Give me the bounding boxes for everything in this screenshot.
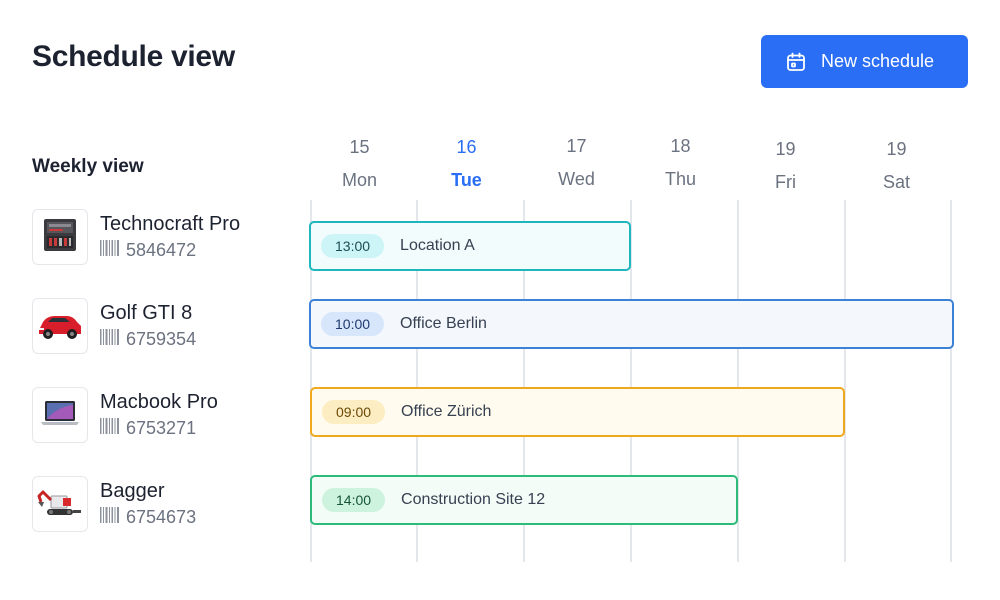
asset-row-macbook[interactable]: Macbook Pro 6753271 <box>32 387 218 443</box>
asset-row-technocraft[interactable]: Technocraft Pro 5846472 <box>32 209 240 265</box>
day-header-mon[interactable]: 15 Mon <box>306 137 413 191</box>
car-icon <box>35 304 85 349</box>
schedule-event-construction-site[interactable]: 14:00 Construction Site 12 <box>310 475 738 525</box>
barcode-icon <box>100 418 120 439</box>
day-name: Mon <box>341 170 377 190</box>
weekly-view-label: Weekly view <box>32 156 144 177</box>
asset-name: Technocraft Pro <box>100 213 241 235</box>
event-location: Office Berlin <box>400 315 487 332</box>
excavator-icon <box>35 482 85 527</box>
asset-name: Bagger <box>100 480 165 502</box>
toolbox-icon <box>38 213 82 262</box>
day-number: 16 <box>456 137 477 157</box>
barcode-icon <box>100 507 120 528</box>
page-title: Schedule view <box>32 40 235 73</box>
grid-line <box>950 200 952 562</box>
schedule-event-location-a[interactable]: 13:00 Location A <box>309 221 631 271</box>
barcode-icon <box>100 329 120 350</box>
asset-id: 6753271 <box>126 418 197 438</box>
day-header-thu[interactable]: 18 Thu <box>627 136 734 190</box>
day-name: Sat <box>882 172 911 192</box>
asset-id: 6759354 <box>126 329 197 349</box>
asset-row-golf[interactable]: Golf GTI 8 6759354 <box>32 298 196 354</box>
asset-thumbnail <box>32 476 88 532</box>
new-schedule-label: New schedule <box>821 51 935 71</box>
event-time-badge: 13:00 <box>321 234 385 258</box>
asset-name: Macbook Pro <box>100 391 218 413</box>
day-number: 17 <box>566 136 587 156</box>
day-header-tue[interactable]: 16 Tue <box>413 137 520 191</box>
day-header-sat[interactable]: 19 Sat <box>843 139 950 193</box>
event-time-badge: 09:00 <box>322 400 386 424</box>
calendar-icon <box>785 51 807 73</box>
day-header-wed[interactable]: 17 Wed <box>523 136 630 190</box>
day-name: Wed <box>558 169 595 189</box>
grid-line <box>844 200 846 562</box>
laptop-icon <box>37 395 83 436</box>
event-location: Construction Site 12 <box>401 491 546 508</box>
asset-name: Golf GTI 8 <box>100 302 193 324</box>
day-number: 18 <box>670 136 691 156</box>
day-number: 15 <box>349 137 370 157</box>
day-name: Tue <box>451 170 482 190</box>
asset-thumbnail <box>32 298 88 354</box>
day-name: Fri <box>775 172 796 192</box>
day-number: 19 <box>886 139 907 159</box>
new-schedule-button[interactable]: New schedule <box>761 35 968 88</box>
day-number: 19 <box>775 139 796 159</box>
asset-row-bagger[interactable]: Bagger 6754673 <box>32 476 196 532</box>
asset-id: 6754673 <box>126 507 197 527</box>
schedule-event-office-berlin[interactable]: 10:00 Office Berlin <box>309 299 954 349</box>
event-location: Office Zürich <box>401 403 492 420</box>
barcode-icon <box>100 240 120 261</box>
asset-thumbnail <box>32 387 88 443</box>
day-header-fri[interactable]: 19 Fri <box>732 139 839 193</box>
asset-thumbnail <box>32 209 88 265</box>
event-time-badge: 10:00 <box>321 312 385 336</box>
event-time-badge: 14:00 <box>322 488 386 512</box>
day-name: Thu <box>664 169 697 189</box>
event-location: Location A <box>400 237 475 254</box>
schedule-event-office-zurich[interactable]: 09:00 Office Zürich <box>310 387 845 437</box>
asset-id: 5846472 <box>126 240 197 260</box>
